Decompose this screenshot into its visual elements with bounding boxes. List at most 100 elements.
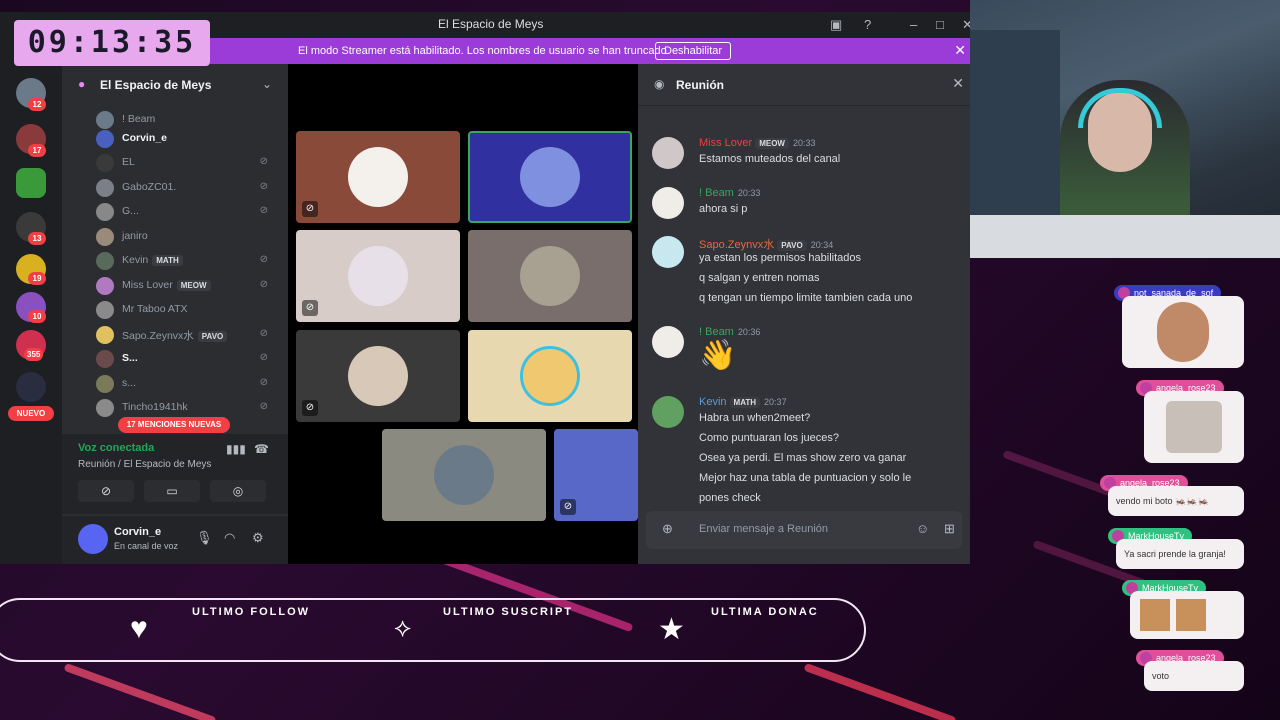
- video-tile[interactable]: ⊘: [554, 429, 638, 521]
- muted-icon: ⊘: [259, 205, 268, 216]
- avatar[interactable]: [652, 137, 684, 169]
- participant-avatar: [348, 147, 408, 207]
- stream-timer: 09:13:35: [14, 20, 210, 66]
- close-chat-icon[interactable]: ✕: [952, 75, 964, 92]
- gamepad-icon[interactable]: ⊞: [944, 521, 955, 537]
- avatar: [96, 203, 114, 221]
- emote-image: [1140, 599, 1170, 631]
- voice-member[interactable]: Tincho1941hk ⊘: [96, 397, 276, 419]
- user-status: En canal de voz: [114, 541, 179, 551]
- chat-message-group: Miss Lover MEOW 20:33 Estamos muteados del …: [652, 137, 962, 179]
- chat-emote: [1144, 391, 1244, 463]
- stream-overlay: El Espacio de Meys ▣ ? – □ ✕ El modo Str…: [0, 0, 1280, 720]
- muted-icon: ⊘: [259, 377, 268, 388]
- video-tile[interactable]: [468, 131, 632, 223]
- message-author[interactable]: ! Beam: [699, 326, 734, 338]
- message-text: ya estan los permisos habilitados: [699, 252, 862, 264]
- member-tag: MATH: [152, 255, 183, 266]
- voice-member[interactable]: Mr Taboo ATX: [96, 299, 276, 321]
- muted-icon: ⊘: [302, 400, 318, 416]
- message-time: 20:37: [764, 397, 787, 407]
- muted-icon: ⊘: [560, 499, 576, 515]
- member-tag: PAVO: [197, 331, 228, 342]
- add-attachment-icon[interactable]: ⊕: [662, 521, 673, 537]
- camera-button[interactable]: ⊘: [78, 480, 134, 502]
- video-tile[interactable]: [382, 429, 546, 521]
- chevron-down-icon[interactable]: ⌄: [262, 77, 272, 91]
- emoji-icon[interactable]: ☺: [916, 521, 929, 536]
- voice-member[interactable]: Miss Lover MEOW ⊘: [96, 275, 276, 297]
- voice-member[interactable]: s... ⊘: [96, 373, 276, 395]
- avatar[interactable]: [652, 236, 684, 268]
- avatar: [96, 399, 114, 417]
- disconnect-icon[interactable]: ☎: [254, 442, 269, 456]
- voice-member[interactable]: GaboZC01. ⊘: [96, 177, 276, 199]
- chat-emote: [1122, 296, 1244, 368]
- unread-badge: 12: [28, 98, 46, 111]
- screen-share-button[interactable]: ▭: [144, 480, 200, 502]
- member-name: Miss Lover MEOW: [122, 279, 211, 291]
- voice-member[interactable]: Sapo.Zeynvx水 PAVO ⊘: [96, 324, 276, 346]
- video-tile[interactable]: [468, 230, 632, 322]
- message-author[interactable]: Sapo.Zeynvx水: [699, 239, 774, 251]
- muted-icon: ⊘: [259, 352, 268, 363]
- activity-button[interactable]: ◎: [210, 480, 266, 502]
- username: Corvin_e: [114, 526, 162, 538]
- avatar[interactable]: [652, 187, 684, 219]
- avatar: [96, 350, 114, 368]
- voice-member[interactable]: Corvin_e: [96, 128, 276, 150]
- avatar[interactable]: [78, 524, 108, 554]
- video-tile[interactable]: ⊘: [296, 131, 460, 223]
- member-tag: MEOW: [176, 280, 211, 291]
- video-tile[interactable]: ⊘: [296, 230, 460, 322]
- video-tile[interactable]: [468, 330, 632, 422]
- microphone-icon[interactable]: 🎙: [196, 530, 213, 546]
- message-author[interactable]: Kevin: [699, 396, 727, 408]
- message-header: Sapo.Zeynvx水 PAVO 20:34: [699, 236, 833, 252]
- minimize-icon[interactable]: –: [910, 17, 917, 32]
- gear-icon[interactable]: ⚙: [252, 530, 264, 546]
- last-follow-label: ULTIMO FOLLOW: [192, 606, 311, 618]
- member-name: G...: [122, 205, 139, 217]
- help-icon[interactable]: ?: [864, 17, 871, 32]
- voice-member[interactable]: janiro: [96, 226, 276, 248]
- new-badge[interactable]: NUEVO: [8, 406, 54, 421]
- voice-member[interactable]: EL ⊘: [96, 152, 276, 174]
- headphones-icon[interactable]: ◠: [224, 530, 235, 546]
- server-header[interactable]: ● El Espacio de Meys ⌄: [62, 76, 288, 98]
- voice-channel[interactable]: Reunión / El Espacio de Meys: [78, 459, 211, 470]
- voice-member[interactable]: G... ⊘: [96, 201, 276, 223]
- voice-member[interactable]: Kevin MATH ⊘: [96, 250, 276, 272]
- message-author[interactable]: Miss Lover: [699, 137, 752, 149]
- author-tag: MATH: [729, 397, 761, 408]
- member-name: Corvin_e: [122, 132, 167, 144]
- participant-avatar: [520, 346, 580, 406]
- avatar: [96, 375, 114, 393]
- message-input[interactable]: Enviar mensaje a Reunión: [699, 523, 828, 535]
- disable-button[interactable]: Deshabilitar: [655, 42, 732, 60]
- message-composer[interactable]: ⊕ Enviar mensaje a Reunión ☺ ⊞: [646, 511, 962, 549]
- voice-member[interactable]: S... ⊘: [96, 348, 276, 370]
- star-icon: ★: [658, 613, 685, 646]
- message-author[interactable]: ! Beam: [699, 187, 734, 199]
- folder-icon[interactable]: [16, 372, 46, 402]
- soundboard-icon[interactable]: ▮▮▮: [226, 442, 246, 456]
- unread-badge: 19: [28, 272, 46, 285]
- window-title: El Espacio de Meys: [438, 17, 544, 31]
- maximize-icon[interactable]: □: [936, 17, 944, 32]
- chat-bubble-icon: ◉: [654, 77, 665, 91]
- crystal-icon: ⟡: [394, 612, 412, 642]
- wall-notes: [970, 30, 1060, 230]
- member-name: Tincho1941hk: [122, 401, 188, 413]
- channel-sidebar: ● El Espacio de Meys ⌄ ! Beam Corvin_e EL ⊘…: [62, 64, 288, 564]
- avatar[interactable]: [652, 396, 684, 428]
- banner-close-icon[interactable]: ✕: [954, 42, 966, 59]
- member-name: Sapo.Zeynvx水 PAVO: [122, 328, 228, 343]
- emote-image: [1157, 302, 1209, 362]
- inbox-icon[interactable]: ▣: [830, 17, 842, 33]
- server-icon[interactable]: [16, 168, 46, 198]
- muted-icon: ⊘: [259, 156, 268, 167]
- mentions-badge[interactable]: 17 MENCIONES NUEVAS: [118, 417, 230, 433]
- video-tile[interactable]: ⊘: [296, 330, 460, 422]
- avatar[interactable]: [652, 326, 684, 358]
